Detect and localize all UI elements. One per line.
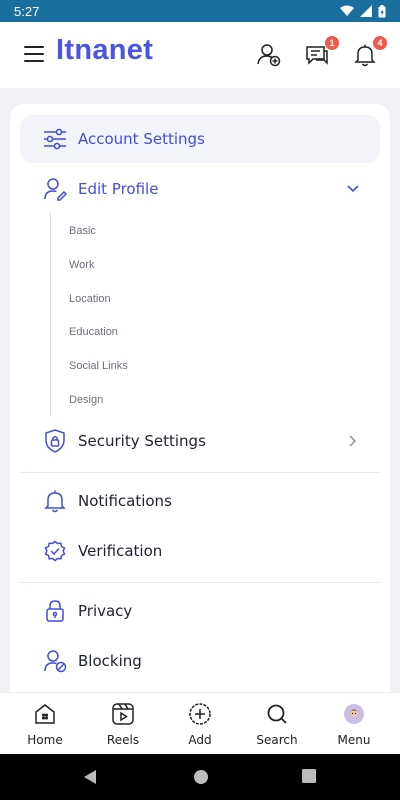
menu-item-edit-profile[interactable]: Edit Profile	[20, 165, 380, 213]
notifications-bell-icon[interactable]: 4	[352, 36, 387, 68]
edit-profile-submenu: Basic Work Location Education Social Lin…	[50, 212, 350, 416]
nav-menu-label: Menu	[337, 733, 371, 747]
blocking-label: Blocking	[78, 652, 142, 670]
battery-icon	[378, 4, 386, 17]
notifications-badge: 4	[373, 36, 387, 50]
app-bar: Itnanet 1 4	[0, 22, 400, 88]
submenu-item-basic[interactable]: Basic	[69, 225, 96, 237]
menu-item-security-settings[interactable]: Security Settings	[20, 417, 380, 465]
nav-add-label: Add	[188, 733, 212, 747]
divider	[20, 472, 380, 473]
app-logo-title[interactable]: Itnanet	[56, 34, 153, 67]
submenu-item-education[interactable]: Education	[69, 326, 118, 338]
lock-icon	[42, 598, 68, 624]
home-icon	[32, 701, 58, 727]
nav-reels[interactable]: Reels	[88, 701, 158, 747]
chevron-down-icon[interactable]	[346, 182, 360, 196]
bottom-navigation: Home Reels Add Search Menu	[0, 692, 400, 754]
edit-profile-label: Edit Profile	[78, 180, 159, 198]
search-icon	[264, 701, 290, 727]
nav-search-label: Search	[256, 733, 298, 747]
hamburger-menu-icon[interactable]	[24, 46, 44, 62]
verified-badge-icon	[42, 538, 68, 564]
menu-item-verification[interactable]: Verification	[20, 527, 380, 575]
nav-home[interactable]: Home	[10, 701, 80, 747]
user-avatar	[341, 701, 367, 727]
submenu-item-location[interactable]: Location	[69, 293, 111, 305]
menu-item-blocking[interactable]: Blocking	[20, 637, 380, 685]
recents-square-icon[interactable]	[302, 769, 316, 788]
home-circle-icon[interactable]	[193, 769, 209, 790]
chevron-right-icon[interactable]	[346, 434, 360, 448]
wifi-icon	[340, 5, 354, 16]
signal-icon	[360, 5, 372, 17]
back-triangle-icon[interactable]	[83, 769, 97, 790]
privacy-label: Privacy	[78, 602, 133, 620]
menu-item-privacy[interactable]: Privacy	[20, 587, 380, 635]
submenu-item-social-links[interactable]: Social Links	[69, 360, 128, 372]
notifications-label: Notifications	[78, 492, 172, 510]
status-bar: 5:27	[0, 0, 400, 22]
messages-icon[interactable]: 1	[304, 36, 339, 68]
status-time: 5:27	[14, 3, 40, 19]
nav-home-label: Home	[27, 733, 63, 747]
messages-badge: 1	[325, 36, 339, 50]
system-navigation-bar	[0, 754, 400, 800]
security-settings-label: Security Settings	[78, 432, 206, 450]
verification-label: Verification	[78, 542, 163, 560]
account-settings-label: Account Settings	[78, 130, 205, 148]
settings-menu-card: Account Settings Edit Profile Basic Work…	[10, 104, 390, 714]
nav-menu[interactable]: Menu	[319, 701, 389, 747]
shield-lock-icon	[42, 428, 68, 454]
nav-add[interactable]: Add	[165, 701, 235, 747]
submenu-item-design[interactable]: Design	[69, 394, 103, 406]
menu-item-account-settings[interactable]: Account Settings	[20, 115, 380, 163]
user-edit-icon	[42, 176, 68, 202]
menu-item-notifications[interactable]: Notifications	[20, 477, 380, 525]
user-block-icon	[42, 648, 68, 674]
submenu-item-work[interactable]: Work	[69, 259, 94, 271]
nav-search[interactable]: Search	[242, 701, 312, 747]
sliders-icon	[42, 126, 68, 152]
add-friend-icon[interactable]	[256, 42, 282, 68]
divider	[20, 582, 380, 583]
reels-icon	[110, 701, 136, 727]
nav-reels-label: Reels	[106, 733, 140, 747]
add-circle-icon	[187, 701, 213, 727]
bell-icon	[42, 488, 68, 514]
